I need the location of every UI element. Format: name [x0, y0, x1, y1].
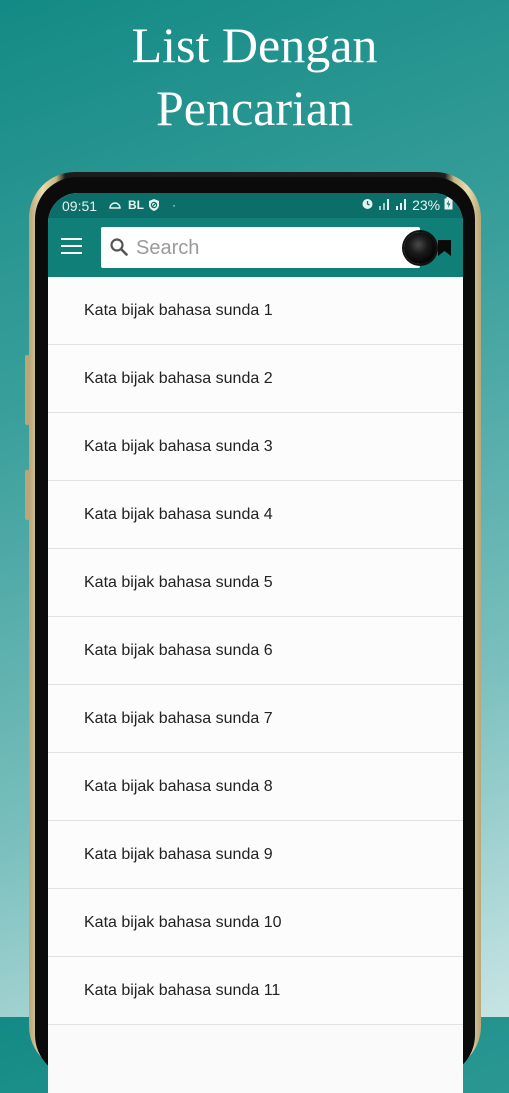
shield-icon: [148, 198, 160, 215]
list-item-label: Kata bijak bahasa sunda 11: [84, 982, 281, 999]
battery-percent: 23%: [412, 197, 441, 213]
list-item[interactable]: Kata bijak bahasa sunda 7: [48, 685, 463, 753]
list-item-label: Kata bijak bahasa sunda 3: [84, 438, 273, 455]
list-item[interactable]: Kata bijak bahasa sunda 5: [48, 549, 463, 617]
signal-icon: [378, 197, 395, 213]
list-item[interactable]: Kata bijak bahasa sunda 3: [48, 413, 463, 481]
status-bar: 09:51 BL · 23%: [48, 193, 463, 218]
alarm-icon: [361, 197, 378, 213]
list-item[interactable]: Kata bijak bahasa sunda 8: [48, 753, 463, 821]
promo-title-line-1: List Dengan: [131, 17, 378, 73]
list-item-label: Kata bijak bahasa sunda 8: [84, 778, 273, 795]
list-item-label: Kata bijak bahasa sunda 6: [84, 642, 273, 659]
list-item[interactable]: Kata bijak bahasa sunda 2: [48, 345, 463, 413]
list-item[interactable]: Kata bijak bahasa sunda 11: [48, 957, 463, 1025]
front-camera-punch-hole: [404, 232, 436, 264]
list-item[interactable]: Kata bijak bahasa sunda 4: [48, 481, 463, 549]
cloud-icon: [108, 198, 122, 212]
bl-badge: BL: [128, 198, 144, 212]
list-item-label: Kata bijak bahasa sunda 1: [84, 302, 273, 319]
notification-dot: ·: [172, 198, 176, 212]
list-item[interactable]: Kata bijak bahasa sunda 9: [48, 821, 463, 889]
list-item[interactable]: Kata bijak bahasa sunda 10: [48, 889, 463, 957]
search-box[interactable]: [101, 227, 420, 270]
bookmark-icon[interactable]: [437, 239, 452, 257]
app-bar: [48, 218, 463, 277]
promo-title: List Dengan Pencarian: [0, 14, 509, 140]
list-item[interactable]: Kata bijak bahasa sunda 6: [48, 617, 463, 685]
list-item[interactable]: Kata bijak bahasa sunda 1: [48, 277, 463, 345]
battery-charging-icon: [444, 197, 453, 213]
phone-volume-up-button: [25, 355, 30, 425]
list-item-label: Kata bijak bahasa sunda 9: [84, 846, 273, 863]
phone-volume-down-button: [25, 470, 30, 520]
list-item-label: Kata bijak bahasa sunda 2: [84, 370, 273, 387]
signal-icon: [395, 197, 412, 213]
item-list: Kata bijak bahasa sunda 1 Kata bijak bah…: [48, 277, 463, 1025]
list-item-label: Kata bijak bahasa sunda 10: [84, 914, 282, 931]
search-icon: [110, 238, 128, 256]
search-input[interactable]: [134, 227, 418, 270]
list-item-label: Kata bijak bahasa sunda 7: [84, 710, 273, 727]
phone-screen: 09:51 BL · 23% Search Kata bijak bahasa …: [48, 193, 463, 1093]
promo-title-line-2: Pencarian: [155, 80, 354, 136]
status-time: 09:51: [62, 198, 98, 214]
list-item-label: Kata bijak bahasa sunda 5: [84, 574, 273, 591]
status-right-group: 23%: [361, 197, 453, 213]
list-item-label: Kata bijak bahasa sunda 4: [84, 506, 273, 523]
hamburger-menu-icon[interactable]: [61, 238, 82, 256]
